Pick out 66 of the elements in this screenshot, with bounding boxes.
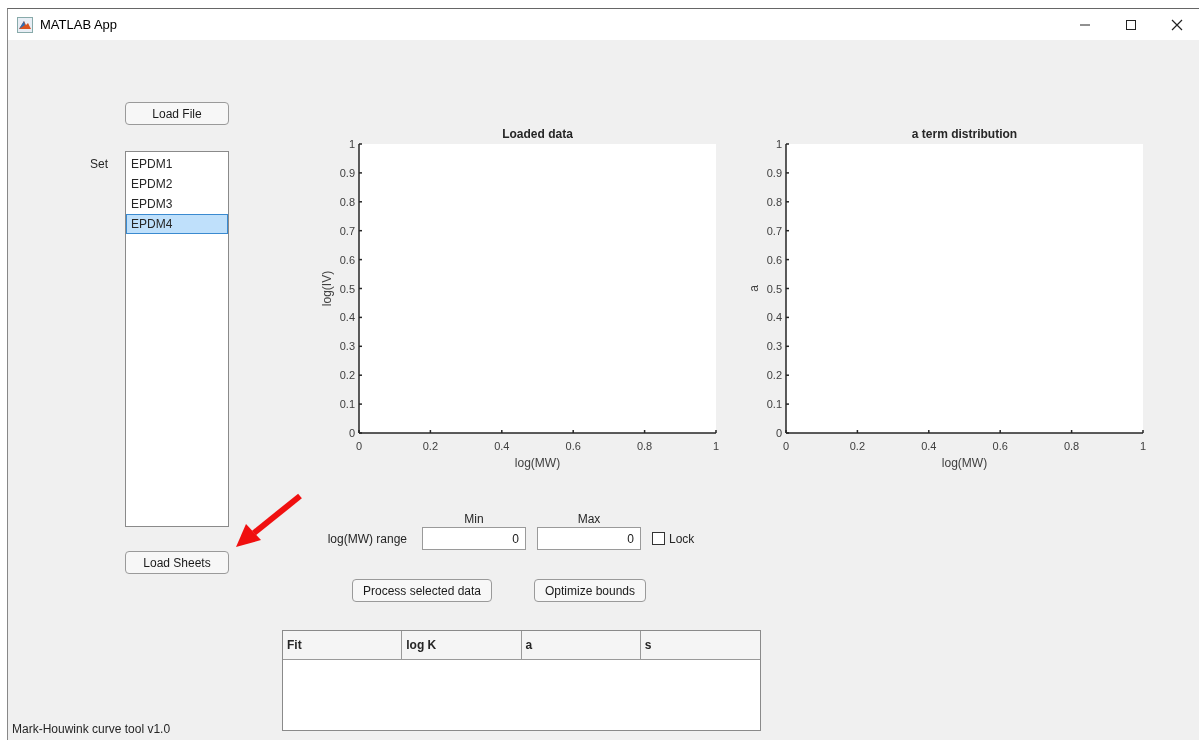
lock-checkbox[interactable] (652, 532, 665, 545)
list-item[interactable]: EPDM3 (126, 194, 228, 214)
max-label: Max (576, 511, 602, 526)
tick-label: 0.5 (766, 282, 782, 295)
tick-label: 0.4 (766, 311, 782, 324)
tick-label: 0.2 (422, 440, 439, 452)
tick-label: 1 (712, 440, 720, 452)
process-button[interactable]: Process selected data (352, 579, 492, 602)
load-sheets-button[interactable]: Load Sheets (125, 551, 229, 574)
tick-label: 1 (348, 138, 355, 150)
column-header[interactable]: Fit (283, 631, 403, 659)
status-text: Mark-Houwink curve tool v1.0 (12, 722, 171, 736)
tick-label: 0.8 (636, 440, 653, 452)
tick-label: 0.8 (766, 195, 782, 208)
tick-label: 0.3 (339, 340, 355, 353)
tick-label: 0 (355, 440, 363, 452)
range-label: log(MW) range (326, 531, 408, 546)
tick-label: 0.6 (766, 253, 782, 266)
column-header[interactable]: s (640, 631, 760, 659)
list-item[interactable]: EPDM4 (126, 214, 228, 234)
tick-label: 0.4 (494, 440, 510, 452)
load-file-button[interactable]: Load File (125, 102, 229, 125)
list-item[interactable]: EPDM1 (126, 154, 228, 174)
axis-label: a (747, 285, 761, 292)
column-header[interactable]: a (521, 631, 641, 659)
axis-label: log(MW) (941, 456, 988, 470)
app-icon (17, 16, 33, 33)
tick-label: 0.4 (339, 311, 355, 324)
axis-label: log(IV) (320, 270, 334, 307)
tick-label: 0.7 (766, 224, 782, 237)
tick-label: 0.6 (992, 440, 1008, 452)
tick-label: 0 (348, 427, 355, 439)
tick-label: 0.1 (339, 398, 355, 411)
max-field[interactable]: 0 (537, 527, 641, 550)
tick-label: 0.8 (1063, 440, 1080, 452)
tick-label: 0 (775, 427, 782, 439)
tick-label: 0.6 (339, 253, 355, 266)
tick-label: 0.7 (339, 224, 355, 237)
maximize-icon[interactable] (1125, 18, 1137, 31)
min-label: Min (463, 511, 485, 526)
lock-label: Lock (669, 531, 695, 546)
tick-label: 0.6 (565, 440, 581, 452)
min-field[interactable]: 0 (422, 527, 526, 550)
chart-title: Loaded data (502, 127, 573, 141)
column-header[interactable]: log K (402, 631, 522, 659)
optimize-button[interactable]: Optimize bounds (534, 579, 646, 602)
tick-label: 1 (1139, 440, 1147, 452)
tick-label: 0.9 (766, 166, 782, 179)
tick-label: 0.2 (339, 369, 355, 382)
tick-label: 0 (782, 440, 790, 452)
tick-label: 1 (775, 138, 782, 150)
set-listbox[interactable]: EPDM1 EPDM2 EPDM3 EPDM4 (125, 151, 229, 527)
tick-label: 0.2 (849, 440, 866, 452)
set-label: Set (90, 156, 109, 173)
list-item[interactable]: EPDM2 (126, 174, 228, 194)
tick-label: 0.5 (339, 282, 355, 295)
tick-label: 0.1 (766, 398, 782, 411)
tick-label: 0.3 (766, 340, 782, 353)
tick-label: 0.8 (339, 195, 355, 208)
tick-label: 0.2 (766, 369, 782, 382)
window-title: MATLAB App (40, 17, 118, 32)
close-icon[interactable] (1171, 18, 1183, 31)
axis-label: log(MW) (514, 456, 561, 470)
tick-label: 0.9 (339, 166, 355, 179)
tick-label: 0.4 (921, 440, 937, 452)
chart-title: a term distribution (911, 127, 1018, 141)
